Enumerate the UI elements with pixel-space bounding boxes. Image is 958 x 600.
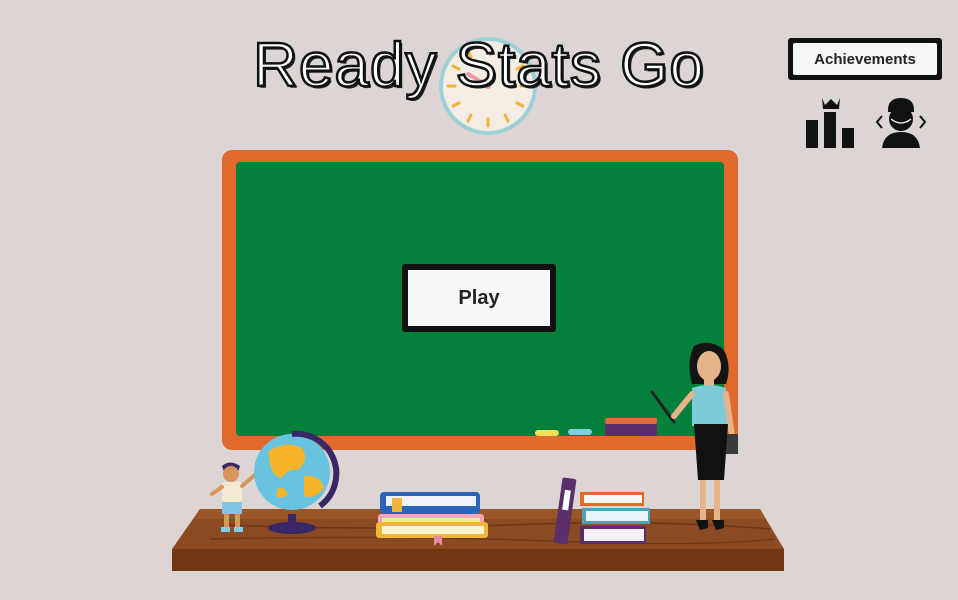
game-title: Ready Stats Go bbox=[252, 30, 705, 102]
chalk-eraser-icon bbox=[535, 418, 657, 436]
globe-icon bbox=[254, 430, 340, 534]
play-label: Play bbox=[408, 270, 550, 326]
avatar-select-icon[interactable] bbox=[874, 96, 928, 150]
book-stack-right bbox=[553, 477, 650, 545]
play-button[interactable]: Play bbox=[402, 264, 556, 332]
teacher-figure bbox=[650, 342, 738, 530]
leaderboard-icon[interactable] bbox=[804, 96, 858, 150]
book-stack-left bbox=[376, 492, 488, 546]
